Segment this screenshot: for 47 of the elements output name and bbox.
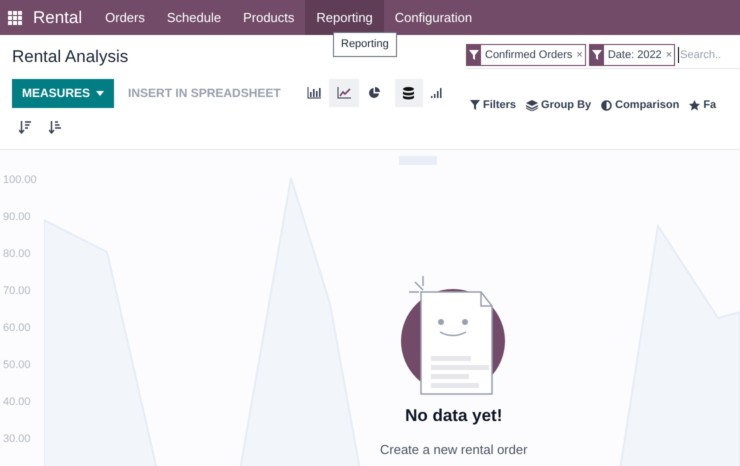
search-panel-toggle[interactable]: Filters (470, 97, 516, 114)
page-title: Rental Analysis (12, 46, 128, 68)
search-input[interactable]: Search.. (678, 46, 726, 64)
facet-label: Date: 2022 (606, 48, 663, 63)
menu-item[interactable]: Schedule (156, 0, 232, 35)
remove-facet-button[interactable]: × (574, 45, 585, 65)
tooltip: Reporting (333, 32, 397, 56)
apps-grid-icon[interactable] (8, 10, 22, 24)
menu-item[interactable]: Reporting (305, 0, 384, 35)
y-axis-label: 80.00 (3, 246, 32, 262)
filter-icon (469, 50, 479, 60)
star-icon (689, 100, 700, 111)
search-panel-toggle[interactable]: Comparison (601, 97, 680, 114)
signal-bars-icon (430, 88, 443, 98)
search-panel-toggle[interactable]: Group By (526, 97, 592, 114)
measures-button[interactable]: MEASURES (12, 78, 114, 108)
y-axis-label: 90.00 (3, 210, 32, 224)
search-panel-toggle[interactable]: Fa (689, 97, 716, 114)
chart-type-button[interactable] (328, 79, 359, 107)
line-chart-icon (336, 87, 351, 99)
filter-icon (592, 50, 602, 60)
chart-toggle-button[interactable] (394, 79, 423, 107)
y-axis-label: 30.00 (3, 432, 32, 446)
empty-state-title: No data yet! (405, 404, 502, 426)
menu-item[interactable]: Products (232, 0, 306, 35)
sort-descending-icon (19, 121, 31, 134)
database-stack-icon (403, 86, 414, 100)
remove-facet-button[interactable]: × (664, 45, 674, 65)
bar-chart-icon (306, 87, 321, 99)
filter-icon (470, 100, 480, 110)
menu-item[interactable]: Orders (94, 0, 156, 35)
search-facet[interactable]: Date: 2022 × (588, 44, 676, 66)
menu-item[interactable]: Configuration (384, 0, 484, 35)
y-axis-label: 50.00 (3, 358, 32, 372)
y-axis-label: 70.00 (3, 284, 32, 298)
sort-ascending-icon (49, 121, 61, 134)
caret-icon (96, 90, 104, 96)
search-facet[interactable]: Confirmed Orders × (466, 44, 586, 66)
facet-label: Confirmed Orders (484, 48, 574, 63)
empty-state-message: Create a new rental order (380, 441, 528, 459)
pie-chart-icon (368, 87, 380, 99)
y-axis-label: 100.00 (3, 172, 37, 188)
half-circle-icon (601, 100, 612, 111)
layers-icon (526, 100, 538, 111)
app-name[interactable]: Rental (33, 4, 82, 30)
y-axis-label: 60.00 (3, 320, 32, 336)
y-axis-label: 40.00 (3, 394, 32, 410)
